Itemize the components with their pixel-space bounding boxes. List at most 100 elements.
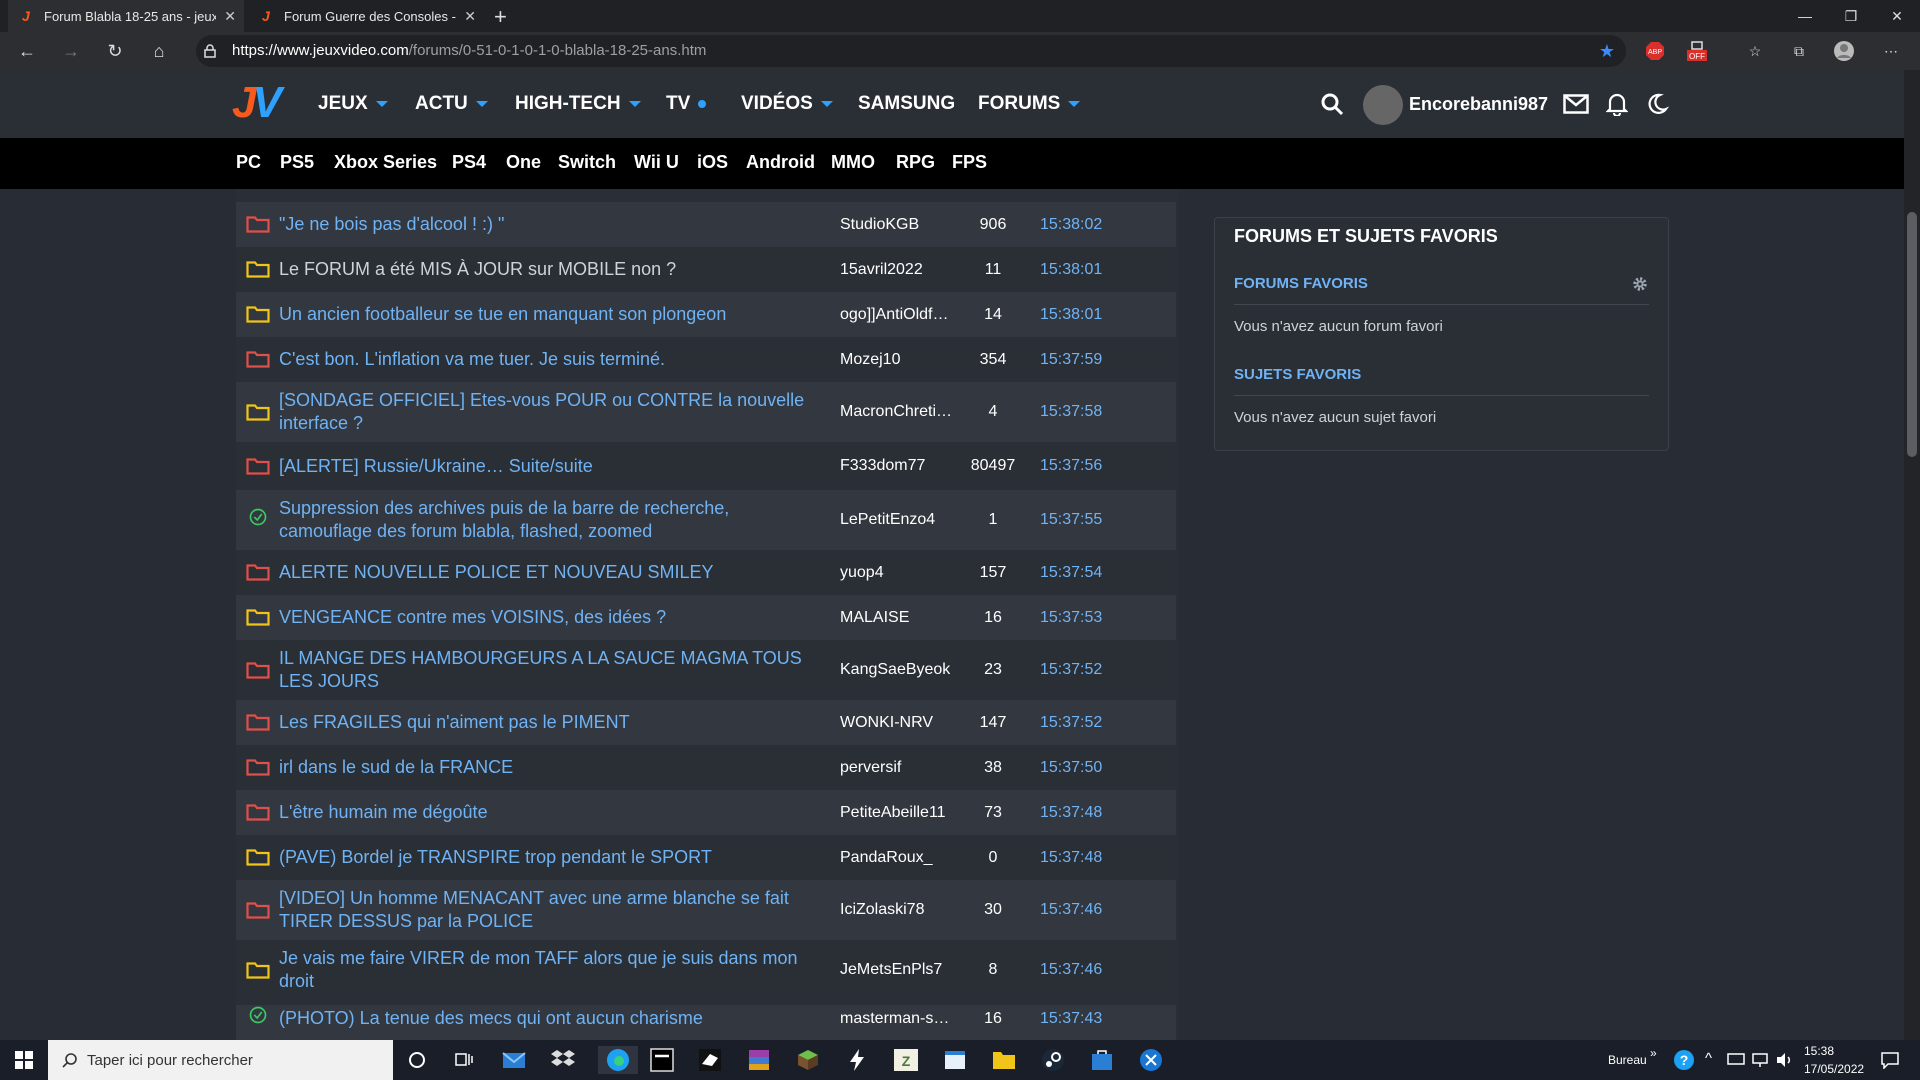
topic-last-message-time[interactable]: 15:37:52 [1040,714,1102,732]
app-icon-bird[interactable] [696,1046,724,1074]
cortana-icon[interactable] [403,1046,431,1074]
topic-row[interactable]: [ALERTE] Russie/Ukraine… Suite/suite F33… [236,442,1176,490]
adblock-extension-icon[interactable]: ABP [1644,40,1666,62]
topic-title[interactable]: "Je ne bois pas d'alcool ! :) " [279,213,819,236]
topic-author[interactable]: perversif [840,759,950,777]
subnav-switch[interactable]: Switch [558,152,616,173]
topic-title[interactable]: Le FORUM a été MIS À JOUR sur MOBILE non… [279,258,819,281]
nav-jeux[interactable]: JEUX [318,93,388,115]
restore-window-icon[interactable]: ❐ [1828,0,1874,32]
topic-author[interactable]: LePetitEnzo4 [840,511,950,529]
topic-title[interactable]: irl dans le sud de la FRANCE [279,756,819,779]
back-arrow-icon[interactable]: ← [9,32,45,70]
topic-title[interactable]: [ALERTE] Russie/Ukraine… Suite/suite [279,455,819,478]
username[interactable]: Encorebanni987 [1409,94,1548,115]
app-icon-az[interactable]: Z [892,1046,920,1074]
topic-last-message-time[interactable]: 15:37:50 [1040,759,1102,777]
topic-last-message-time[interactable]: 15:37:56 [1040,457,1102,475]
lock-icon[interactable] [199,40,221,62]
volume-icon[interactable] [1770,1046,1798,1074]
notifications-icon[interactable] [1876,1046,1904,1074]
app-icon-black[interactable] [648,1046,676,1074]
favorite-star-icon[interactable]: ★ [1596,40,1618,62]
desktop-toolbar-label[interactable]: Bureau [1608,1053,1647,1067]
new-tab-button[interactable]: + [494,4,507,30]
collections-icon[interactable]: ⧉ [1788,40,1810,62]
windows-start-icon[interactable] [10,1046,38,1074]
bell-icon[interactable] [1603,90,1631,118]
topic-last-message-time[interactable]: 15:38:01 [1040,261,1102,279]
nav-samsung[interactable]: SAMSUNG [858,93,955,115]
topic-last-message-time[interactable]: 15:37:58 [1040,403,1102,421]
nav-actu[interactable]: ACTU [415,93,488,115]
extension-off-icon[interactable]: OFF [1686,40,1708,62]
topic-row[interactable]: [VIDEO] Un homme MENACANT avec une arme … [236,880,1176,940]
topic-author[interactable]: MALAISE [840,609,950,627]
topic-row[interactable]: "Je ne bois pas d'alcool ! :) " StudioKG… [236,202,1176,247]
topic-row[interactable]: Je vais me faire VIRER de mon TAFF alors… [236,940,1176,1000]
nav-videos[interactable]: VIDÉOS [741,93,833,115]
topic-author[interactable]: 15avril2022 [840,261,950,279]
subnav-ps5[interactable]: PS5 [280,152,314,173]
topic-row[interactable]: VENGEANCE contre mes VOISINS, des idées … [236,595,1176,640]
topic-title[interactable]: ALERTE NOUVELLE POLICE ET NOUVEAU SMILEY [279,561,819,584]
topic-last-message-time[interactable]: 15:37:54 [1040,564,1102,582]
topic-last-message-time[interactable]: 15:37:52 [1040,661,1102,679]
reload-icon[interactable]: ↻ [97,32,133,70]
dark-mode-moon-icon[interactable] [1643,90,1671,118]
topic-title[interactable]: Je vais me faire VIRER de mon TAFF alors… [279,947,819,993]
winrar-icon[interactable] [745,1046,773,1074]
topic-last-message-time[interactable]: 15:37:59 [1040,351,1102,369]
subnav-xbox-series[interactable]: Xbox Series [334,152,437,173]
jv-logo[interactable]: JV [232,80,282,126]
nav-tv[interactable]: TV [666,93,707,115]
minecraft-icon[interactable] [794,1046,822,1074]
topic-author[interactable]: Mozej10 [840,351,950,369]
browser-tab-guerre-consoles[interactable]: J Forum Guerre des Consoles - jeu ✕ [248,0,484,32]
search-icon[interactable] [1318,90,1346,118]
topic-row[interactable]: Le FORUM a été MIS À JOUR sur MOBILE non… [236,247,1176,292]
topic-last-message-time[interactable]: 15:38:01 [1040,306,1102,324]
subnav-ps4[interactable]: PS4 [452,152,486,173]
subnav-rpg[interactable]: RPG [896,152,935,173]
store-icon[interactable] [1088,1046,1116,1074]
topic-author[interactable]: F333dom77 [840,457,950,475]
topic-row[interactable]: (PAVE) Bordel je TRANSPIRE trop pendant … [236,835,1176,880]
home-icon[interactable]: ⌂ [141,32,177,70]
topic-last-message-time[interactable]: 15:37:46 [1040,961,1102,979]
scrollbar-thumb[interactable] [1907,212,1917,457]
topic-title[interactable]: VENGEANCE contre mes VOISINS, des idées … [279,606,819,629]
topic-title[interactable]: (PHOTO) La tenue des mecs qui ont aucun … [279,1007,819,1030]
topic-author[interactable]: IciZolaski78 [840,901,950,919]
topic-row[interactable]: IL MANGE DES HAMBOURGEURS A LA SAUCE MAG… [236,640,1176,700]
topic-author[interactable]: JeMetsEnPls7 [840,961,950,979]
close-window-icon[interactable]: ✕ [1874,0,1920,32]
close-tab-icon[interactable]: ✕ [464,8,476,25]
topic-last-message-time[interactable]: 15:37:48 [1040,804,1102,822]
topic-title[interactable]: [VIDEO] Un homme MENACANT avec une arme … [279,887,819,933]
mail-icon[interactable] [1562,90,1590,118]
topic-title[interactable]: Un ancien footballeur se tue en manquant… [279,303,819,326]
app-icon-blue[interactable] [1137,1046,1165,1074]
tray-chevron-up-icon[interactable]: ^ [1705,1050,1712,1067]
close-tab-icon[interactable]: ✕ [224,8,236,25]
mail-app-icon[interactable] [500,1046,528,1074]
topic-row[interactable]: Les FRAGILES qui n'aiment pas le PIMENT … [236,700,1176,745]
topic-title[interactable]: C'est bon. L'inflation va me tuer. Je su… [279,348,819,371]
topic-row[interactable]: Un ancien footballeur se tue en manquant… [236,292,1176,337]
nav-high-tech[interactable]: HIGH-TECH [515,93,641,115]
topic-row[interactable]: C'est bon. L'inflation va me tuer. Je su… [236,337,1176,382]
file-explorer-icon[interactable] [990,1046,1018,1074]
subnav-one[interactable]: One [506,152,541,173]
topic-last-message-time[interactable]: 15:38:02 [1040,216,1102,234]
subnav-pc[interactable]: PC [236,152,261,173]
topic-row[interactable]: [SONDAGE OFFICIEL] Etes-vous POUR ou CON… [236,382,1176,442]
clock-time[interactable]: 15:38 [1804,1044,1834,1058]
topic-last-message-time[interactable]: 15:37:46 [1040,901,1102,919]
topic-row[interactable]: ALERTE NOUVELLE POLICE ET NOUVEAU SMILEY… [236,550,1176,595]
forward-arrow-icon[interactable]: → [53,32,89,70]
chevrons-right-icon[interactable]: » [1650,1046,1657,1060]
dropbox-icon[interactable] [549,1046,577,1074]
topic-row[interactable]: irl dans le sud de la FRANCE perversif 3… [236,745,1176,790]
topic-title[interactable]: L'être humain me dégoûte [279,801,819,824]
